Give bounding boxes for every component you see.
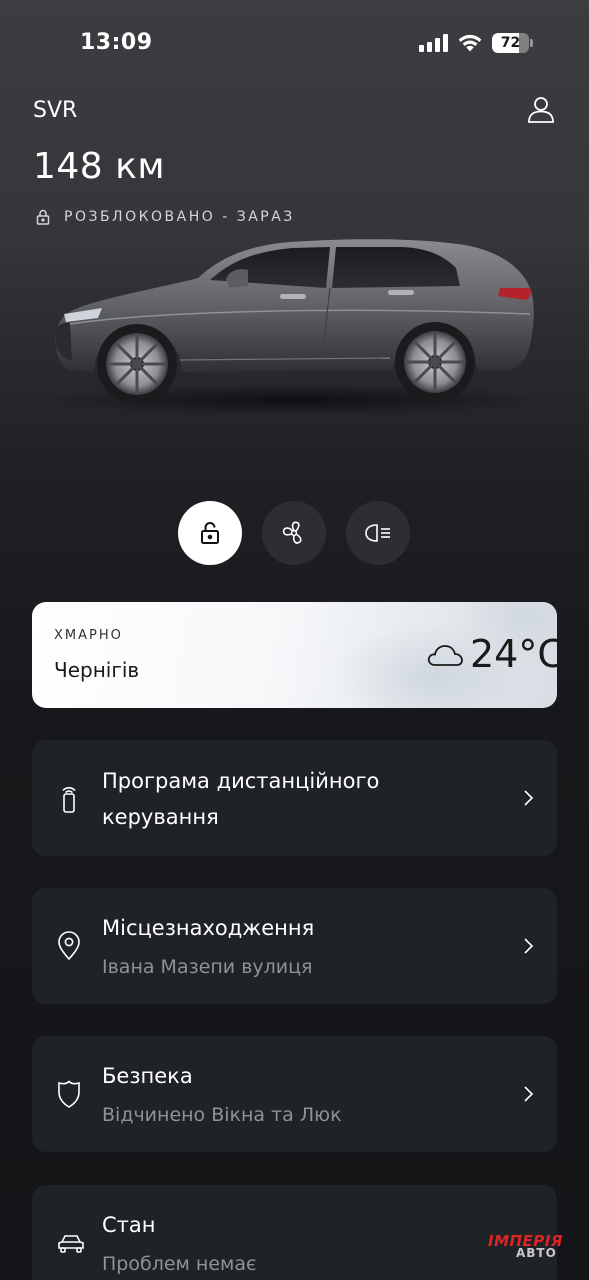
security-subtitle: Відчинено Вікна та Люк: [102, 1104, 342, 1126]
lock-button[interactable]: [178, 501, 242, 565]
vehicle-range: 148 км: [33, 146, 166, 187]
weather-temperature: 24°C: [470, 632, 557, 676]
chevron-right-icon: [524, 938, 534, 954]
battery-icon: 72: [492, 33, 534, 53]
watermark-sub: АВТО: [516, 1246, 557, 1260]
lock-status: РОЗБЛОКОВАНО - ЗАРАЗ: [36, 206, 295, 228]
climate-button[interactable]: [262, 501, 326, 565]
remote-control-title-line1: Програма дистанційного: [102, 769, 380, 793]
security-title: Безпека: [102, 1064, 193, 1088]
weather-card[interactable]: ХМАРНО Чернігів 24°C: [32, 602, 557, 708]
lock-small-icon: [36, 209, 50, 225]
weather-condition: ХМАРНО: [54, 628, 123, 643]
remote-control-title-line2: керування: [102, 805, 219, 829]
watermark-logo: ІМПЕРІЯ АВТО: [488, 1226, 572, 1266]
weather-city: Чернігів: [54, 658, 140, 682]
location-pin-icon: [58, 931, 80, 961]
status-card[interactable]: Стан Проблем немає: [32, 1185, 557, 1280]
status-time: 13:09: [80, 30, 153, 55]
location-card[interactable]: Місцезнаходження Івана Мазепи вулиця: [32, 888, 557, 1004]
chevron-right-icon: [524, 1086, 534, 1102]
shield-icon: [58, 1080, 80, 1108]
status-subtitle: Проблем немає: [102, 1253, 257, 1275]
battery-level: 72: [500, 35, 521, 51]
lights-button[interactable]: [346, 501, 410, 565]
vehicle-name: SVR: [33, 98, 78, 123]
car-icon: [58, 1235, 84, 1253]
headlight-icon: [365, 524, 390, 542]
lock-status-text: РОЗБЛОКОВАНО - ЗАРАЗ: [64, 209, 295, 225]
status-bar: 13:09 72: [0, 0, 589, 88]
location-title: Місцезнаходження: [102, 916, 315, 940]
location-subtitle: Івана Мазепи вулиця: [102, 956, 313, 978]
lock-icon: [201, 522, 219, 544]
user-icon[interactable]: [526, 94, 556, 124]
chevron-right-icon: [524, 790, 534, 806]
vehicle-image: [40, 239, 550, 416]
remote-control-card[interactable]: Програма дистанційного керування: [32, 740, 557, 856]
remote-key-icon: [62, 786, 76, 813]
cloud-icon: [427, 645, 463, 666]
status-title: Стан: [102, 1213, 156, 1237]
security-card[interactable]: Безпека Відчинено Вікна та Люк: [32, 1036, 557, 1152]
fan-icon: [282, 521, 302, 544]
wifi-icon: [458, 34, 482, 52]
cellular-signal-icon: [419, 34, 449, 52]
